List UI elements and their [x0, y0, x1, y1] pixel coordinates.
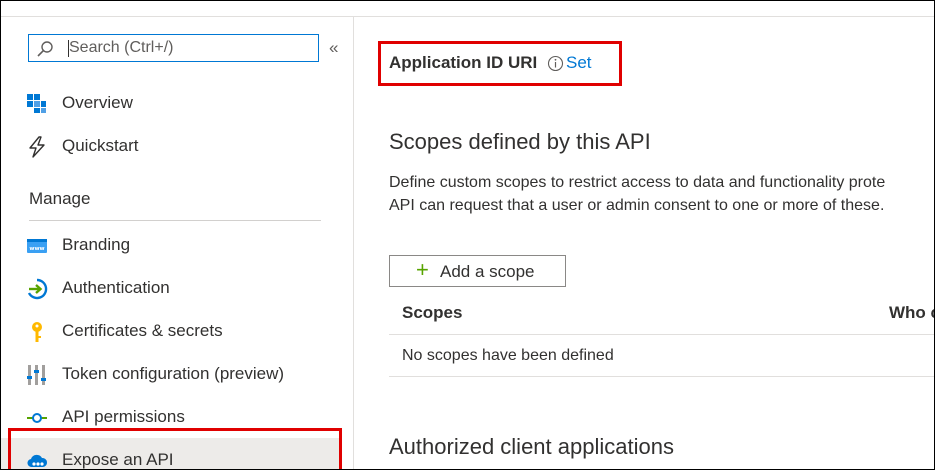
- sidebar-item-label: Expose an API: [62, 450, 174, 469]
- main-content: Application ID URI Set Scopes defined by…: [354, 17, 935, 469]
- sidebar-item-token-configuration[interactable]: Token configuration (preview): [1, 352, 341, 394]
- api-permissions-icon: [27, 413, 47, 423]
- sidebar-item-label: Branding: [62, 235, 131, 254]
- sidebar-item-label: Certificates & secrets: [62, 321, 223, 340]
- sidebar-item-label: Overview: [62, 93, 133, 112]
- sidebar-item-label: Authentication: [62, 278, 170, 297]
- key-icon: [32, 322, 42, 342]
- authorized-clients-section-title: Authorized client applications: [389, 434, 674, 459]
- sidebar-item-branding[interactable]: www Branding: [1, 223, 341, 265]
- table-row-divider: [389, 376, 934, 377]
- sidebar-item-api-permissions[interactable]: API permissions: [1, 395, 341, 437]
- search-icon: [37, 41, 53, 57]
- authentication-icon: [27, 278, 48, 300]
- token-bars-icon: [27, 365, 46, 385]
- collapse-sidebar-button[interactable]: «: [329, 38, 338, 58]
- section-title-manage: Manage: [29, 189, 91, 208]
- lightning-icon: [29, 136, 45, 158]
- cloud-icon: [27, 454, 48, 468]
- info-icon: [547, 55, 564, 72]
- application-id-uri-label: Application ID URI: [389, 53, 538, 72]
- column-header-who-can-consent: Who c: [889, 303, 935, 322]
- add-scope-label: Add a scope: [440, 262, 535, 281]
- sidebar-item-authentication[interactable]: Authentication: [1, 266, 341, 308]
- table-header-divider: [389, 334, 934, 335]
- scopes-description: Define custom scopes to restrict access …: [389, 171, 885, 217]
- overview-grid-icon: [27, 94, 46, 113]
- set-application-id-uri-link[interactable]: Set: [566, 53, 592, 73]
- sidebar-item-label: Quickstart: [62, 136, 139, 155]
- search-input[interactable]: [69, 37, 309, 59]
- sidebar-item-quickstart[interactable]: Quickstart: [1, 124, 341, 166]
- www-icon: www: [27, 239, 47, 253]
- column-header-scopes: Scopes: [402, 303, 463, 322]
- sidebar-item-overview[interactable]: Overview: [1, 81, 341, 123]
- sidebar-item-label: API permissions: [62, 407, 185, 426]
- search-box[interactable]: [28, 34, 319, 62]
- window-frame: « Overview Quickstart Manage: [0, 0, 935, 470]
- svg-text:www: www: [29, 246, 44, 252]
- empty-scopes-message: No scopes have been defined: [402, 347, 614, 364]
- scopes-section-title: Scopes defined by this API: [389, 129, 651, 154]
- plus-icon: +: [416, 257, 429, 282]
- scopes-description-line: API can request that a user or admin con…: [389, 197, 885, 214]
- scopes-description-line: Define custom scopes to restrict access …: [389, 174, 886, 191]
- section-divider: [29, 220, 321, 221]
- sidebar-item-expose-an-api[interactable]: Expose an API: [1, 438, 341, 469]
- sidebar-item-certificates[interactable]: Certificates & secrets: [1, 309, 341, 351]
- sidebar: « Overview Quickstart Manage: [1, 17, 353, 469]
- sidebar-item-label: Token configuration (preview): [62, 364, 285, 383]
- add-scope-button[interactable]: + Add a scope: [389, 255, 566, 287]
